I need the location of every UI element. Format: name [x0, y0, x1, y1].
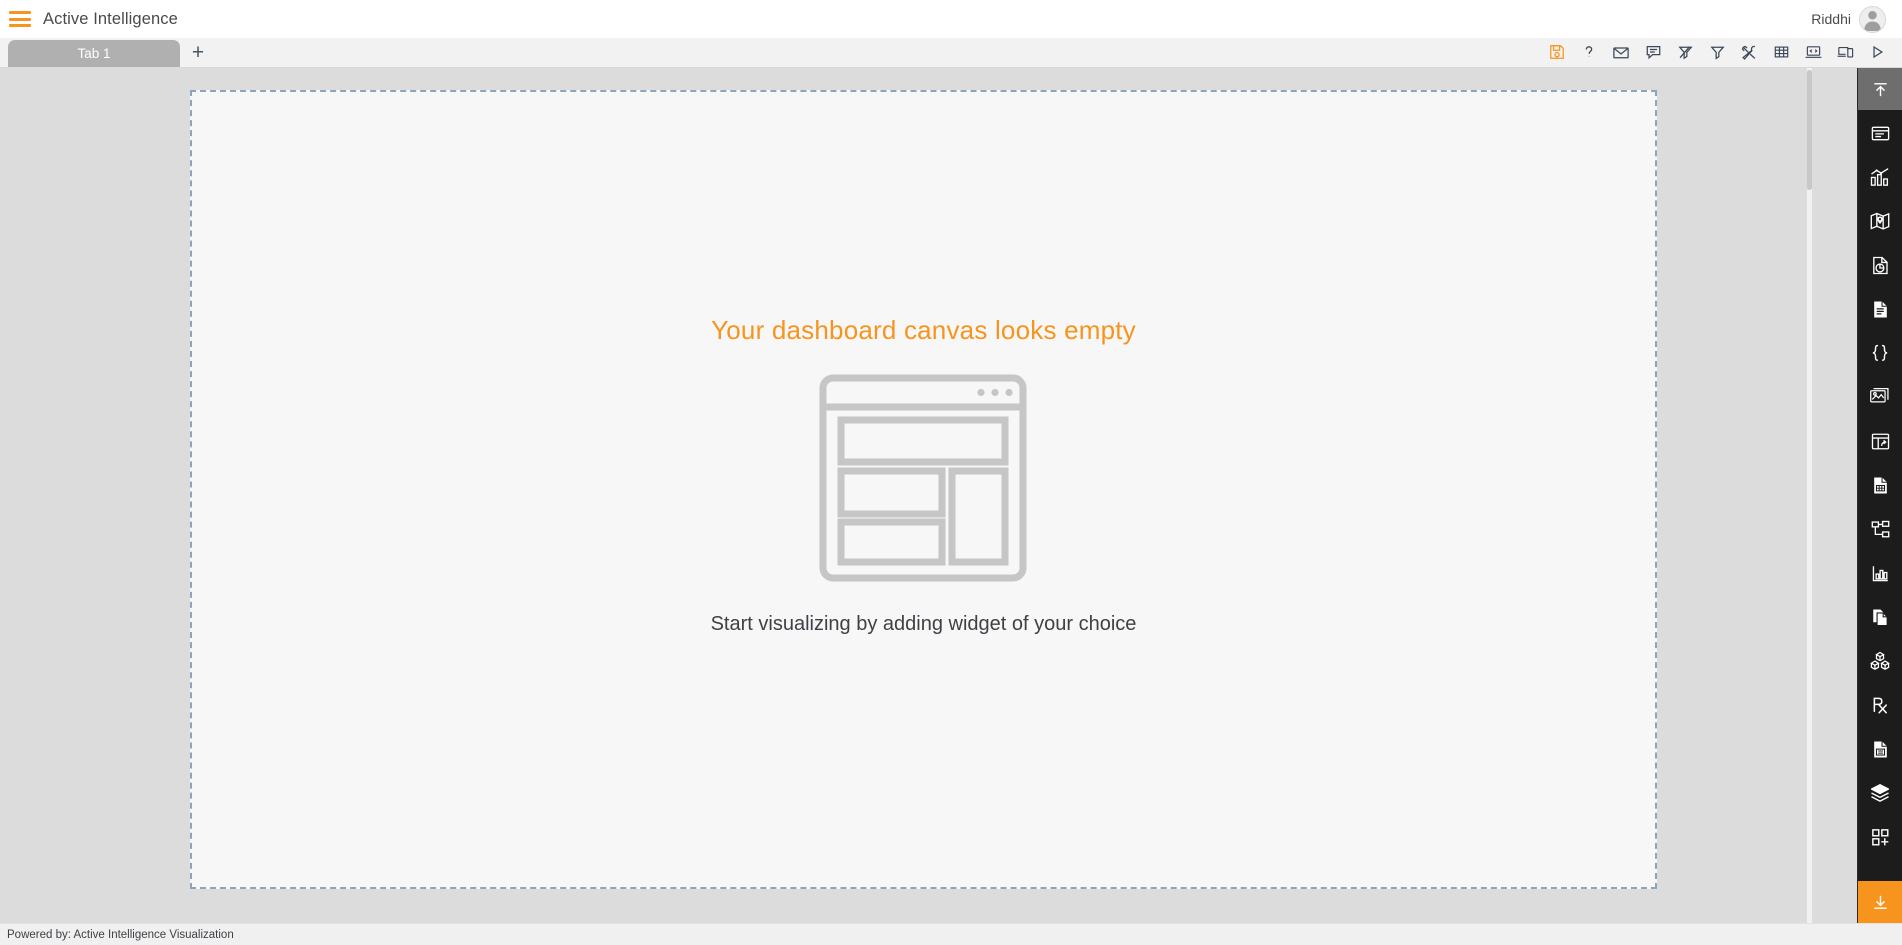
panel-arrow-icon[interactable] [1858, 419, 1902, 463]
code-icon[interactable] [1798, 39, 1828, 65]
canvas-scrollbar-thumb[interactable] [1807, 70, 1812, 190]
comment-icon[interactable] [1638, 39, 1668, 65]
user-avatar-icon[interactable] [1859, 5, 1886, 33]
table-grid-icon[interactable] [1766, 39, 1796, 65]
document-icon[interactable] [1858, 287, 1902, 331]
prescription-icon[interactable] [1858, 683, 1902, 727]
tab-label: Tab 1 [77, 46, 111, 61]
json-braces-icon[interactable] [1858, 331, 1902, 375]
application-window: Active Intelligence Riddhi Tab 1 + Your … [0, 0, 1902, 945]
devices-icon[interactable] [1830, 39, 1860, 65]
help-icon[interactable] [1574, 39, 1604, 65]
column-chart-icon[interactable] [1858, 551, 1902, 595]
widget-card-icon[interactable] [1858, 111, 1902, 155]
canvas-area: Your dashboard canvas looks empty Start … [0, 68, 1857, 923]
empty-state-subtitle: Start visualizing by adding widget of yo… [710, 613, 1137, 635]
empty-state-title: Your dashboard canvas looks empty [711, 315, 1136, 345]
mail-icon[interactable] [1606, 39, 1636, 65]
clear-filter-icon[interactable] [1670, 39, 1700, 65]
copy-document-icon[interactable] [1858, 595, 1902, 639]
document-grid-icon[interactable] [1858, 463, 1902, 507]
empty-dashboard-wireframe [817, 372, 1029, 589]
save-icon[interactable] [1542, 39, 1572, 65]
footer-text: Powered by: Active Intelligence Visualiz… [7, 928, 234, 941]
play-icon[interactable] [1862, 39, 1892, 65]
canvas-scrollbar-track[interactable] [1807, 68, 1812, 923]
tab-1[interactable]: Tab 1 [8, 40, 180, 67]
map-icon[interactable] [1858, 199, 1902, 243]
document-list-icon[interactable] [1858, 727, 1902, 771]
scroll-down-icon[interactable] [1858, 881, 1902, 923]
tab-bar: Tab 1 + [0, 38, 1902, 68]
dashboard-toolbar [1542, 38, 1902, 67]
user-name: Riddhi [1811, 11, 1851, 27]
tab-list: Tab 1 + [0, 38, 216, 67]
workspace: Your dashboard canvas looks empty Start … [0, 68, 1902, 923]
app-header: Active Intelligence Riddhi [0, 0, 1902, 38]
hierarchy-tree-icon[interactable] [1858, 507, 1902, 551]
empty-state: Your dashboard canvas looks empty Start … [711, 315, 1137, 636]
tools-icon[interactable] [1734, 39, 1764, 65]
pie-report-icon[interactable] [1858, 243, 1902, 287]
app-title: Active Intelligence [43, 9, 178, 28]
layers-icon[interactable] [1858, 771, 1902, 815]
app-footer: Powered by: Active Intelligence Visualiz… [0, 923, 1902, 945]
scroll-up-icon[interactable] [1858, 68, 1902, 110]
filter-icon[interactable] [1702, 39, 1732, 65]
widget-sidebar [1857, 68, 1902, 923]
add-widget-icon[interactable] [1858, 815, 1902, 859]
bar-chart-icon[interactable] [1858, 155, 1902, 199]
image-gallery-icon[interactable] [1858, 375, 1902, 419]
user-menu[interactable]: Riddhi [1811, 5, 1892, 33]
cubes-icon[interactable] [1858, 639, 1902, 683]
dashboard-canvas[interactable]: Your dashboard canvas looks empty Start … [190, 90, 1657, 889]
add-tab-button[interactable]: + [180, 40, 216, 67]
hamburger-menu-icon[interactable] [9, 11, 31, 27]
widget-list [1858, 110, 1902, 881]
